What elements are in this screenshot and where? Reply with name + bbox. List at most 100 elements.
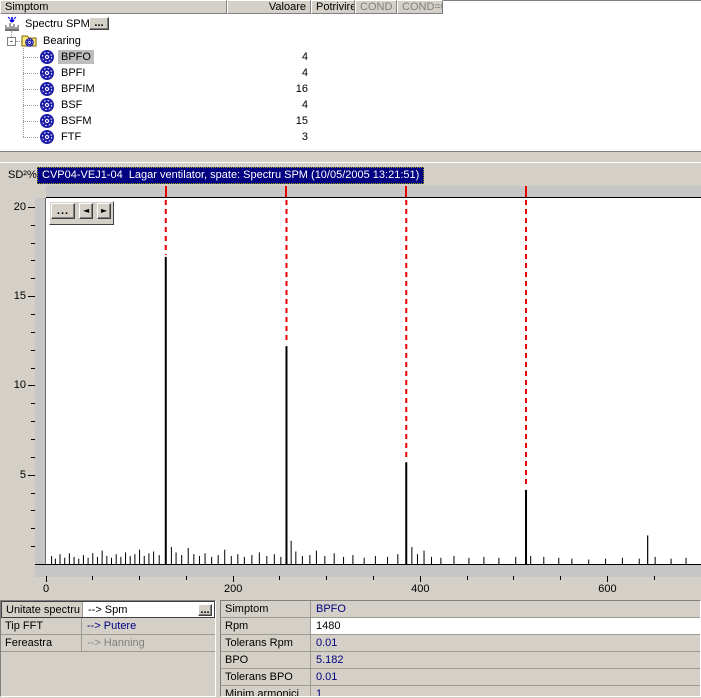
- y-axis-minor-tick: [31, 439, 35, 440]
- y-axis-minor-tick: [31, 510, 35, 511]
- x-axis-major-tick: [46, 576, 47, 582]
- param-value-editable[interactable]: 1480: [311, 618, 700, 634]
- param-label: Tolerans BPO: [221, 669, 311, 685]
- spectrum-chart-panel: SD²% CVP04-VEJ1-04 Lagar ventilator, spa…: [0, 162, 701, 598]
- setting-options-button[interactable]: ...: [198, 604, 212, 616]
- tree-item-label: BPFO: [58, 50, 94, 64]
- column-header-cond[interactable]: COND: [355, 0, 397, 14]
- y-axis-minor-tick: [31, 332, 35, 333]
- spectrum-icon: [4, 16, 20, 32]
- y-axis-minor-tick: [31, 528, 35, 529]
- param-row-bpo[interactable]: BPO 5.182: [221, 652, 700, 669]
- prev-arrow-button[interactable]: ◄: [79, 203, 93, 219]
- column-header-filler: [443, 0, 701, 14]
- param-value[interactable]: 1: [311, 686, 700, 697]
- x-axis-minor-tick: [279, 576, 280, 580]
- y-axis-major-tick: [28, 475, 35, 476]
- param-value[interactable]: 5.182: [311, 652, 700, 668]
- param-row-minim-armonici[interactable]: Minim armonici 1: [221, 686, 700, 697]
- y-axis-minor-tick: [31, 314, 35, 315]
- param-label: Rpm: [221, 618, 311, 634]
- y-axis-tick-label: 5: [0, 469, 26, 481]
- bearing-icon: [39, 65, 55, 81]
- x-axis-minor-tick: [186, 576, 187, 580]
- root-options-button[interactable]: ...: [89, 17, 109, 30]
- y-axis-tick-label: 20: [0, 201, 26, 213]
- param-row-tolerans-rpm[interactable]: Tolerans Rpm 0.01: [221, 635, 700, 652]
- setting-value[interactable]: --> Spm: [83, 602, 214, 617]
- y-axis-major-tick: [28, 296, 35, 297]
- tree-item-ftf[interactable]: FTF 3: [0, 129, 701, 145]
- param-value[interactable]: BPFO: [311, 601, 700, 617]
- x-axis-minor-tick: [654, 576, 655, 580]
- bearing-icon: [39, 49, 55, 65]
- tree-item-bsfm[interactable]: BSFM 15: [0, 113, 701, 129]
- x-axis-minor-tick: [92, 576, 93, 580]
- x-axis-minor-tick: [326, 576, 327, 580]
- x-axis-major-tick: [420, 576, 421, 582]
- tree-item-value: 4: [230, 97, 308, 113]
- tree-group-row[interactable]: - Bearing: [0, 33, 701, 49]
- tree-item-value: 16: [230, 81, 308, 97]
- x-axis-major-tick: [233, 576, 234, 582]
- column-header-simptom[interactable]: Simptom: [0, 0, 227, 14]
- tree-root-row[interactable]: Spectru SPM ...: [0, 16, 701, 32]
- tree-item-label: BPFI: [58, 66, 88, 80]
- harmonic-marker-top-segment: [405, 186, 407, 197]
- tree-item-label: BSF: [58, 98, 85, 112]
- bearing-icon: [39, 81, 55, 97]
- param-label: Simptom: [221, 601, 311, 617]
- column-header-potrivire[interactable]: Potrivire: [311, 0, 355, 14]
- setting-value[interactable]: --> Putere: [82, 618, 215, 634]
- bearing-icon: [39, 113, 55, 129]
- tree-item-value: 15: [230, 113, 308, 129]
- y-axis-major-tick: [28, 385, 35, 386]
- param-row-tolerans-bpo[interactable]: Tolerans BPO 0.01: [221, 669, 700, 686]
- x-axis-minor-tick: [513, 576, 514, 580]
- setting-row-unitate-spectru[interactable]: Unitate spectru --> Spm ...: [1, 601, 215, 618]
- y-axis-minor-tick: [31, 403, 35, 404]
- tree-item-bpfim[interactable]: BPFIM 16: [0, 81, 701, 97]
- tree-item-bpfo[interactable]: BPFO 4: [0, 49, 701, 65]
- chart-title[interactable]: CVP04-VEJ1-04 Lagar ventilator, spate: S…: [37, 167, 424, 184]
- setting-label: Tip FFT: [1, 618, 82, 634]
- tree-item-label: BSFM: [58, 114, 95, 128]
- setting-label: Unitate spectru: [2, 602, 83, 617]
- chart-left-strip: [35, 198, 46, 564]
- column-header-valoare[interactable]: Valoare: [227, 0, 311, 14]
- plot-toolbar: ... ◄ ►: [49, 201, 114, 225]
- setting-value: --> Hanning: [82, 635, 215, 651]
- param-label: Minim armonici: [221, 686, 311, 697]
- tree-item-label: FTF: [58, 130, 84, 144]
- column-header-cond0[interactable]: COND=0: [397, 0, 443, 14]
- symptom-list-panel: Simptom Valoare Potrivire COND COND=0 Sp…: [0, 0, 701, 152]
- x-axis-minor-tick: [139, 576, 140, 580]
- y-axis-minor-tick: [31, 225, 35, 226]
- harmonic-marker-top-segment: [165, 186, 167, 197]
- param-row-simptom[interactable]: Simptom BPFO: [221, 601, 700, 618]
- setting-row-fereastra[interactable]: Fereastra --> Hanning: [1, 635, 215, 652]
- plot-options-button[interactable]: ...: [51, 203, 75, 219]
- collapse-icon[interactable]: -: [7, 37, 16, 46]
- setting-row-tip-fft[interactable]: Tip FFT --> Putere: [1, 618, 215, 635]
- setting-label: Fereastra: [1, 635, 82, 651]
- param-value[interactable]: 0.01: [311, 635, 700, 651]
- spectrum-svg: [46, 198, 701, 564]
- y-axis-unit-label: SD²%: [8, 169, 37, 181]
- horizontal-splitter[interactable]: [0, 152, 701, 162]
- bearing-folder-icon: [21, 33, 37, 49]
- x-axis-tick-label: 0: [29, 583, 63, 595]
- tree-item-bsf[interactable]: BSF 4: [0, 97, 701, 113]
- plot-area[interactable]: [46, 198, 701, 564]
- param-label: BPO: [221, 652, 311, 668]
- next-arrow-button[interactable]: ►: [97, 203, 111, 219]
- tree-item-value: 4: [230, 49, 308, 65]
- y-axis-minor-tick: [31, 457, 35, 458]
- param-value[interactable]: 0.01: [311, 669, 700, 685]
- harmonic-marker-top-segment: [525, 186, 527, 197]
- param-row-rpm[interactable]: Rpm 1480: [221, 618, 700, 635]
- x-axis-tick-label: 600: [590, 583, 624, 595]
- y-axis-minor-tick: [31, 278, 35, 279]
- tree-item-bpfi[interactable]: BPFI 4: [0, 65, 701, 81]
- y-axis-minor-tick: [31, 421, 35, 422]
